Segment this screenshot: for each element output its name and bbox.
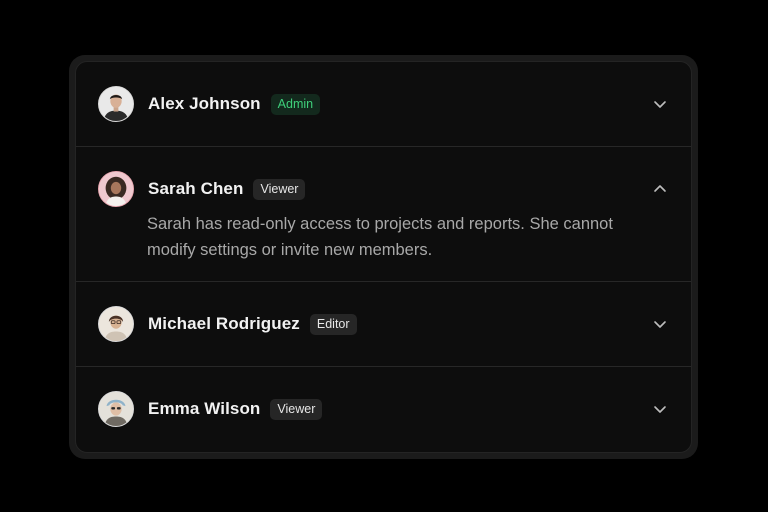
- accordion-header-emma-wilson[interactable]: Emma Wilson Viewer: [76, 367, 691, 451]
- avatar: [98, 86, 134, 122]
- member-name: Michael Rodriguez: [148, 314, 300, 333]
- role-badge: Viewer: [253, 178, 306, 200]
- avatar-sarah-chen-icon: [99, 172, 133, 206]
- role-badge: Viewer: [270, 398, 323, 420]
- avatar: [98, 391, 134, 427]
- avatar: [98, 306, 134, 342]
- member-description: Sarah has read-only access to projects a…: [147, 215, 613, 259]
- accordion-item-alex-johnson: Alex Johnson Admin: [76, 62, 691, 147]
- avatar-alex-johnson-icon: [99, 87, 133, 121]
- members-accordion: Alex Johnson Admin Sarah Chen Viewer Sar…: [75, 61, 692, 453]
- accordion-item-emma-wilson: Emma Wilson Viewer: [76, 367, 691, 451]
- accordion-header-michael-rodriguez[interactable]: Michael Rodriguez Editor: [76, 282, 691, 366]
- member-name: Alex Johnson: [148, 94, 261, 113]
- chevron-up-icon[interactable]: [651, 180, 669, 198]
- role-badge: Editor: [309, 313, 357, 335]
- avatar-michael-rodriguez-icon: [99, 307, 133, 341]
- role-badge: Admin: [270, 93, 321, 115]
- accordion-item-sarah-chen: Sarah Chen Viewer Sarah has read-only ac…: [76, 147, 691, 282]
- avatar-emma-wilson-icon: [99, 392, 133, 426]
- member-name: Emma Wilson: [148, 399, 261, 418]
- accordion-item-michael-rodriguez: Michael Rodriguez Editor: [76, 282, 691, 367]
- member-name: Sarah Chen: [148, 179, 244, 198]
- chevron-down-icon[interactable]: [651, 400, 669, 418]
- avatar: [98, 171, 134, 207]
- chevron-down-icon[interactable]: [651, 95, 669, 113]
- accordion-frame: Alex Johnson Admin Sarah Chen Viewer Sar…: [69, 55, 698, 459]
- chevron-down-icon[interactable]: [651, 315, 669, 333]
- accordion-header-alex-johnson[interactable]: Alex Johnson Admin: [76, 62, 691, 146]
